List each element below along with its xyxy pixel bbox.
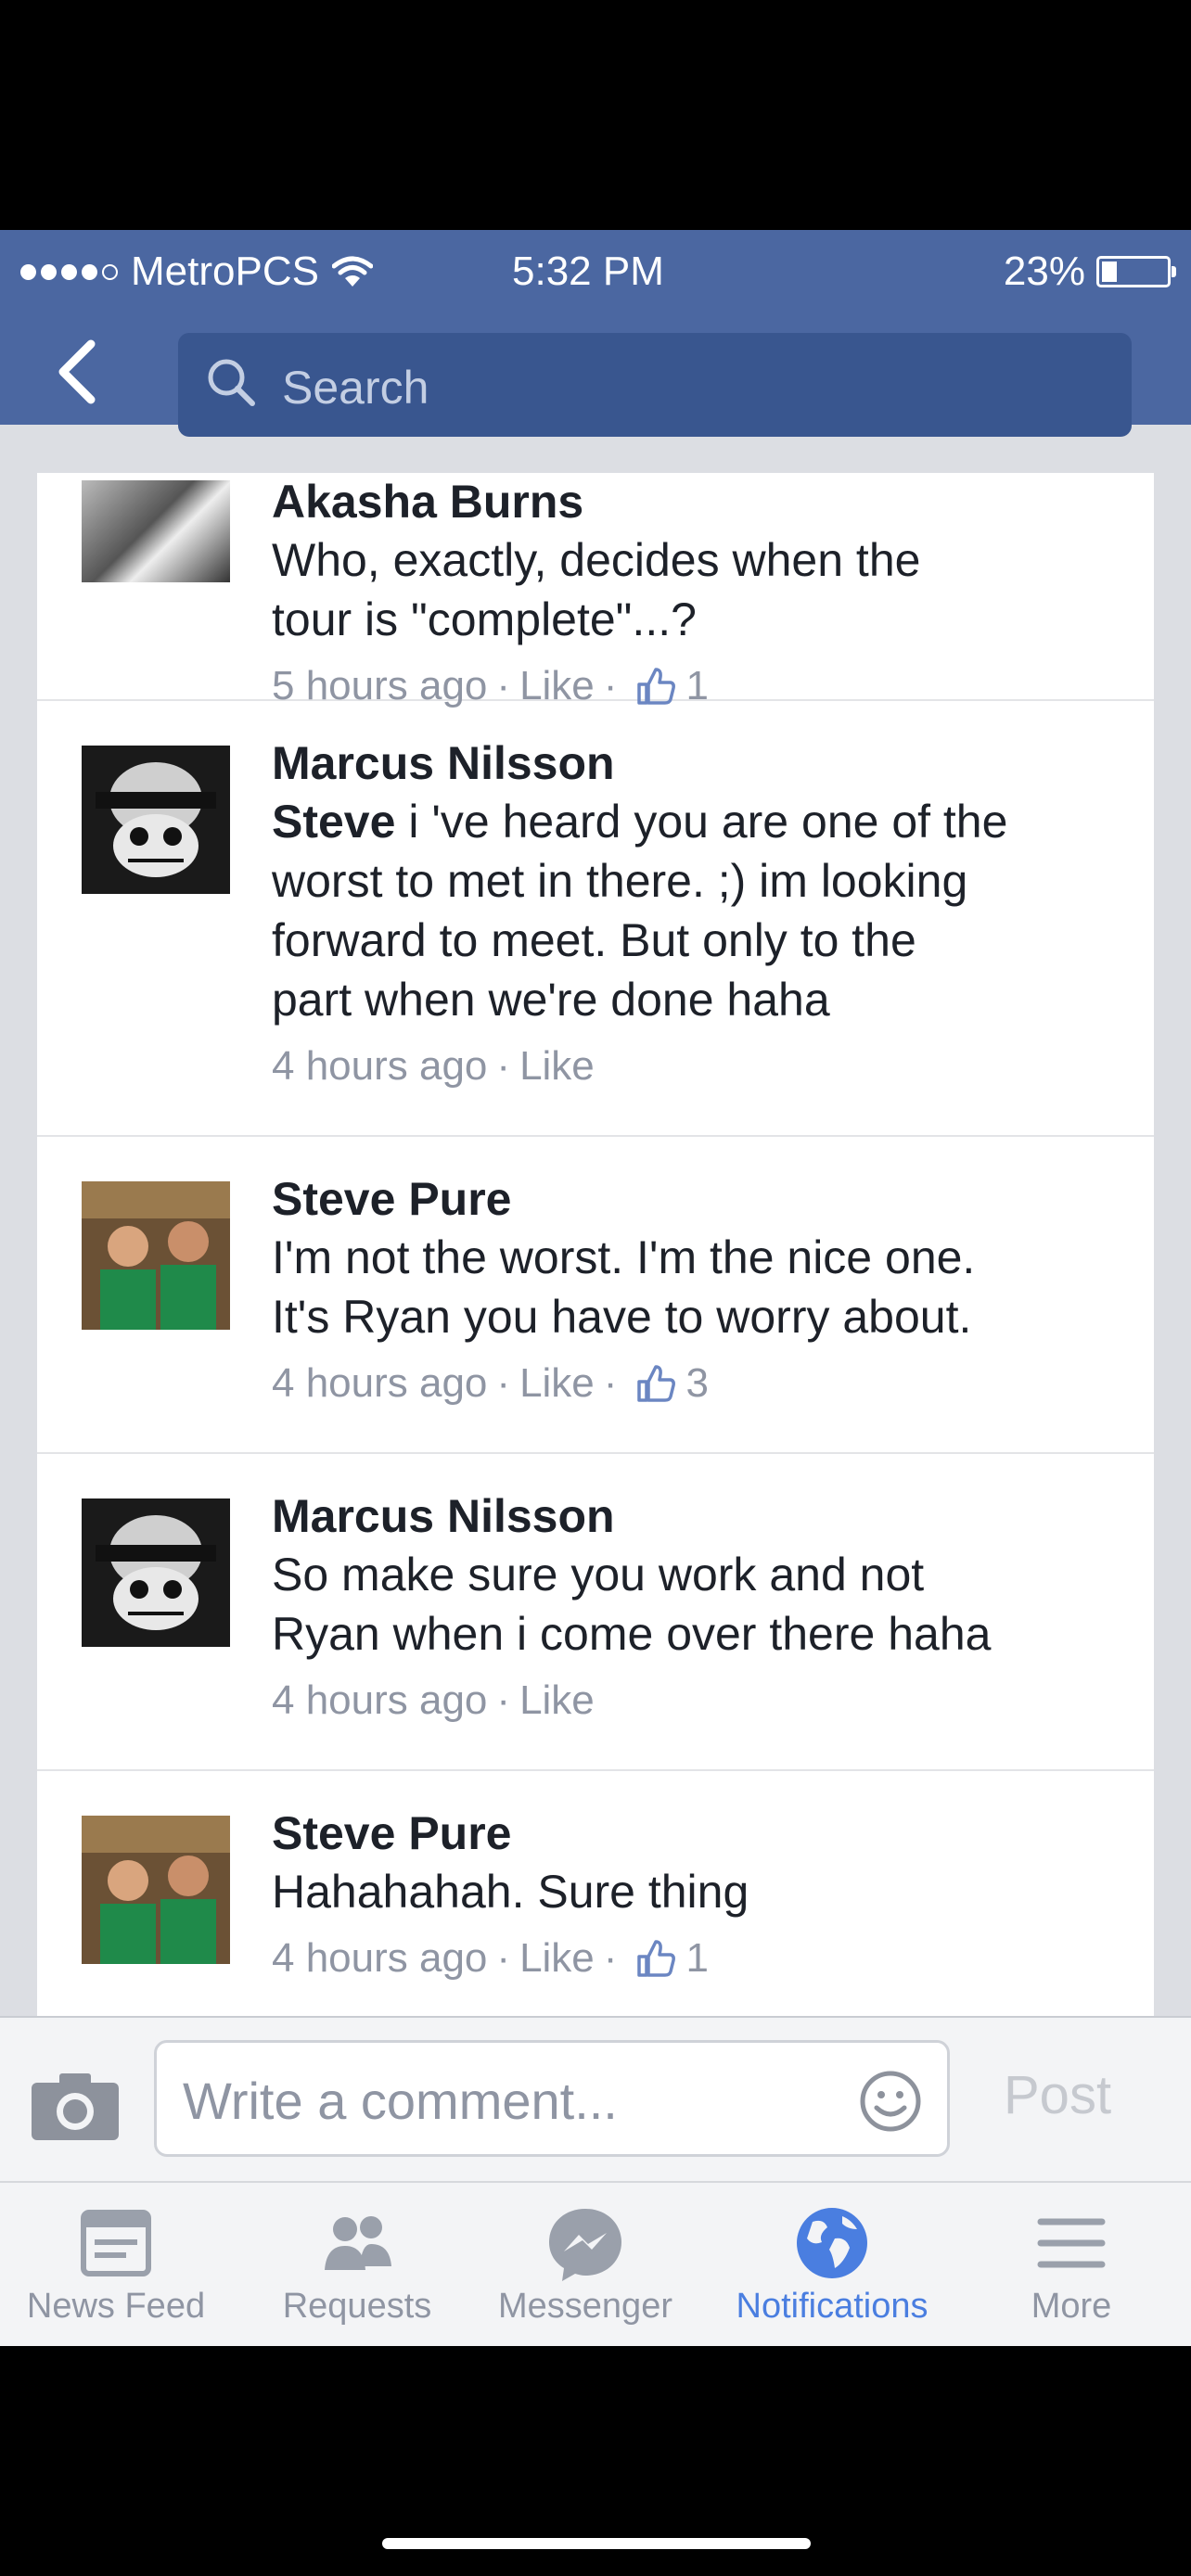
- battery-percent: 23%: [1003, 249, 1085, 294]
- comment-author[interactable]: Steve Pure: [272, 1170, 1117, 1228]
- avatar[interactable]: [82, 1181, 230, 1330]
- comment-item: Marcus Nilsson Steve i 've heard you are…: [37, 701, 1154, 1137]
- avatar[interactable]: [82, 1816, 230, 1964]
- comment-text: So make sure you work and not Ryan when …: [272, 1549, 992, 1660]
- comment-composer: Write a comment... Post: [0, 2016, 1191, 2181]
- app-screen: MetroPCS 5:32 PM 23% Search Akasha Burns…: [0, 230, 1191, 2346]
- thumbs-up-icon: [637, 1940, 676, 1977]
- comment-time: 4 hours ago: [272, 1043, 488, 1089]
- comment-meta: 4 hours ago · Like · 1: [272, 1931, 1117, 1986]
- carrier-name: MetroPCS: [131, 249, 319, 294]
- status-time: 5:32 PM: [512, 249, 664, 294]
- status-bar: MetroPCS 5:32 PM 23%: [0, 230, 1191, 318]
- comment-list: Akasha Burns Who, exactly, decides when …: [37, 473, 1154, 2242]
- like-count: 1: [685, 1935, 709, 1981]
- skull-mask-image: [82, 1498, 230, 1647]
- comment-text: Steve i 've heard you are one of the wor…: [272, 796, 1008, 1026]
- group-photo-image: [82, 1181, 230, 1330]
- news-feed-icon: [81, 2210, 151, 2276]
- comment-text: Who, exactly, decides when the tour is "…: [272, 534, 921, 645]
- messenger-icon: [549, 2209, 621, 2281]
- comment-item: Marcus Nilsson So make sure you work and…: [37, 1454, 1154, 1771]
- search-icon: [208, 359, 255, 406]
- avatar[interactable]: [82, 480, 230, 582]
- search-input[interactable]: Search: [178, 333, 1132, 437]
- comment-time: 4 hours ago: [272, 1677, 488, 1723]
- camera-icon[interactable]: [28, 2070, 122, 2144]
- smiley-icon[interactable]: [858, 2069, 923, 2134]
- friend-requests-icon: [325, 2216, 391, 2270]
- comment-author[interactable]: Marcus Nilsson: [272, 1487, 1117, 1545]
- comment-meta: 4 hours ago · Like: [272, 1039, 1117, 1094]
- battery-icon: [1096, 256, 1176, 287]
- tab-notifications[interactable]: Notifications: [716, 2183, 948, 2346]
- comment-meta: 4 hours ago · Like: [272, 1673, 1117, 1728]
- comment-placeholder: Write a comment...: [183, 2072, 618, 2130]
- comment-meta: 4 hours ago · Like · 3: [272, 1356, 1117, 1411]
- tab-more[interactable]: More: [955, 2183, 1187, 2346]
- nav-bar: Search: [0, 318, 1191, 437]
- post-button[interactable]: Post: [1004, 2064, 1111, 2126]
- wifi-icon: [331, 256, 373, 287]
- skull-mask-image: [82, 746, 230, 894]
- comment-time: 4 hours ago: [272, 1935, 488, 1981]
- group-photo-image: [82, 1816, 230, 1964]
- signal-strength-icon: [20, 263, 118, 280]
- comment-author[interactable]: Akasha Burns: [272, 473, 1117, 530]
- tab-bar: News Feed Requests Messenger Notificatio…: [0, 2181, 1191, 2346]
- avatar[interactable]: [82, 746, 230, 894]
- globe-icon: [797, 2208, 867, 2278]
- like-count: 3: [685, 1360, 709, 1406]
- like-button[interactable]: Like: [519, 1039, 595, 1094]
- search-placeholder: Search: [282, 362, 429, 414]
- chevron-left-icon[interactable]: [48, 335, 113, 409]
- like-button[interactable]: Like: [519, 1673, 595, 1728]
- comment-author[interactable]: Marcus Nilsson: [272, 734, 1117, 792]
- comment-text: Hahahahah. Sure thing: [272, 1866, 749, 1918]
- mention-link[interactable]: Steve: [272, 796, 395, 848]
- comment-author[interactable]: Steve Pure: [272, 1804, 1117, 1862]
- thumbs-up-icon: [637, 1365, 676, 1402]
- tab-news-feed[interactable]: News Feed: [0, 2183, 232, 2346]
- comment-input[interactable]: Write a comment...: [154, 2040, 950, 2157]
- home-indicator[interactable]: [382, 2538, 811, 2549]
- tab-messenger[interactable]: Messenger: [469, 2183, 701, 2346]
- avatar[interactable]: [82, 1498, 230, 1647]
- like-button[interactable]: Like: [519, 1356, 595, 1411]
- comment-item: Akasha Burns Who, exactly, decides when …: [37, 473, 1154, 708]
- comment-time: 4 hours ago: [272, 1360, 488, 1406]
- menu-icon: [1037, 2218, 1106, 2268]
- like-button[interactable]: Like: [519, 1931, 595, 1986]
- comment-item: Steve Pure I'm not the worst. I'm the ni…: [37, 1137, 1154, 1454]
- tab-requests[interactable]: Requests: [241, 2183, 473, 2346]
- comment-text: I'm not the worst. I'm the nice one. It'…: [272, 1231, 976, 1343]
